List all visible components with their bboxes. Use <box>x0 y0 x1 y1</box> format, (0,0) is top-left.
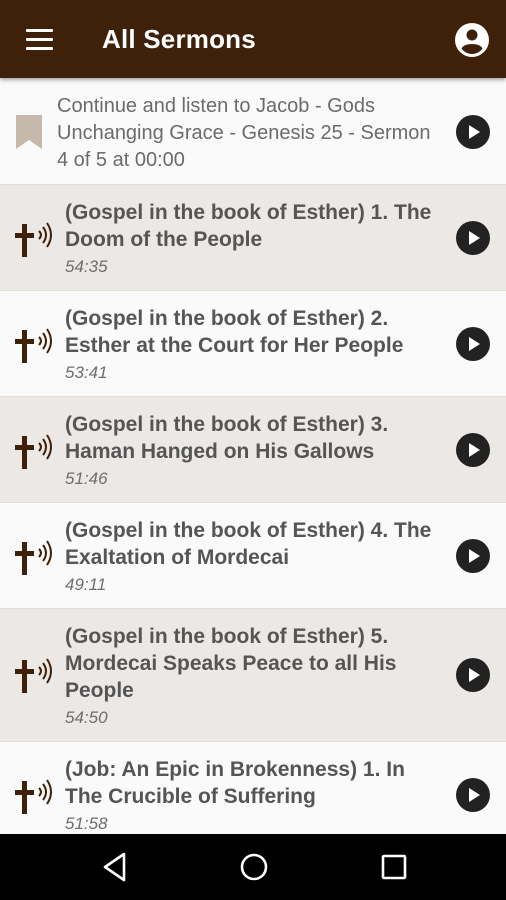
sermon-duration: 51:46 <box>65 469 108 488</box>
continue-text: Continue and listen to Jacob - Gods Unch… <box>57 95 431 171</box>
cross-audio-icon <box>12 221 54 261</box>
continue-listening-row[interactable]: Continue and listen to Jacob - Gods Unch… <box>0 78 506 185</box>
sermon-title: (Gospel in the book of Esther) 5. Mordec… <box>65 625 397 702</box>
sermon-title: (Gospel in the book of Esther) 2. Esther… <box>65 307 404 357</box>
bookmark-icon <box>15 115 43 149</box>
page-title: All Sermons <box>102 24 256 54</box>
account-circle-icon[interactable] <box>454 22 490 58</box>
play-icon[interactable] <box>456 433 490 467</box>
play-icon[interactable] <box>456 778 490 812</box>
cross-audio-icon <box>12 433 54 473</box>
cross-audio-icon <box>12 778 54 818</box>
sermon-title: (Gospel in the book of Esther) 3. Haman … <box>65 413 389 463</box>
cross-audio-icon <box>12 657 54 697</box>
sermon-duration: 54:35 <box>65 257 108 276</box>
sermon-duration: 51:58 <box>65 814 108 833</box>
sermon-duration: 49:11 <box>65 575 107 594</box>
play-icon[interactable] <box>456 221 490 255</box>
sermon-duration: 54:50 <box>65 708 108 727</box>
sermon-row[interactable]: (Gospel in the book of Esther) 3. Haman … <box>0 397 506 503</box>
play-icon[interactable] <box>456 539 490 573</box>
sermon-row[interactable]: (Gospel in the book of Esther) 5. Mordec… <box>0 609 506 742</box>
nav-recent-apps-icon[interactable] <box>380 853 408 881</box>
sermon-list[interactable]: Continue and listen to Jacob - Gods Unch… <box>0 78 506 834</box>
menu-icon[interactable] <box>18 22 58 58</box>
sermon-title: (Gospel in the book of Esther) 1. The Do… <box>65 201 432 251</box>
system-nav-bar <box>0 834 506 900</box>
sermon-duration: 53:41 <box>65 363 108 382</box>
sermon-title: (Job: An Epic in Brokenness) 1. In The C… <box>65 758 405 808</box>
play-continue-icon[interactable] <box>456 115 490 149</box>
play-icon[interactable] <box>456 658 490 692</box>
cross-audio-icon <box>12 327 54 367</box>
sermon-row[interactable]: (Gospel in the book of Esther) 1. The Do… <box>0 185 506 291</box>
sermon-row[interactable]: (Gospel in the book of Esther) 4. The Ex… <box>0 503 506 609</box>
sermon-title: (Gospel in the book of Esther) 4. The Ex… <box>65 519 432 569</box>
sermon-row[interactable]: (Job: An Epic in Brokenness) 1. In The C… <box>0 742 506 834</box>
cross-audio-icon <box>12 539 54 579</box>
play-icon[interactable] <box>456 327 490 361</box>
nav-back-icon[interactable] <box>100 851 130 883</box>
nav-home-icon[interactable] <box>238 851 270 883</box>
sermon-row[interactable]: (Gospel in the book of Esther) 2. Esther… <box>0 291 506 397</box>
app-bar: All Sermons <box>0 0 506 78</box>
